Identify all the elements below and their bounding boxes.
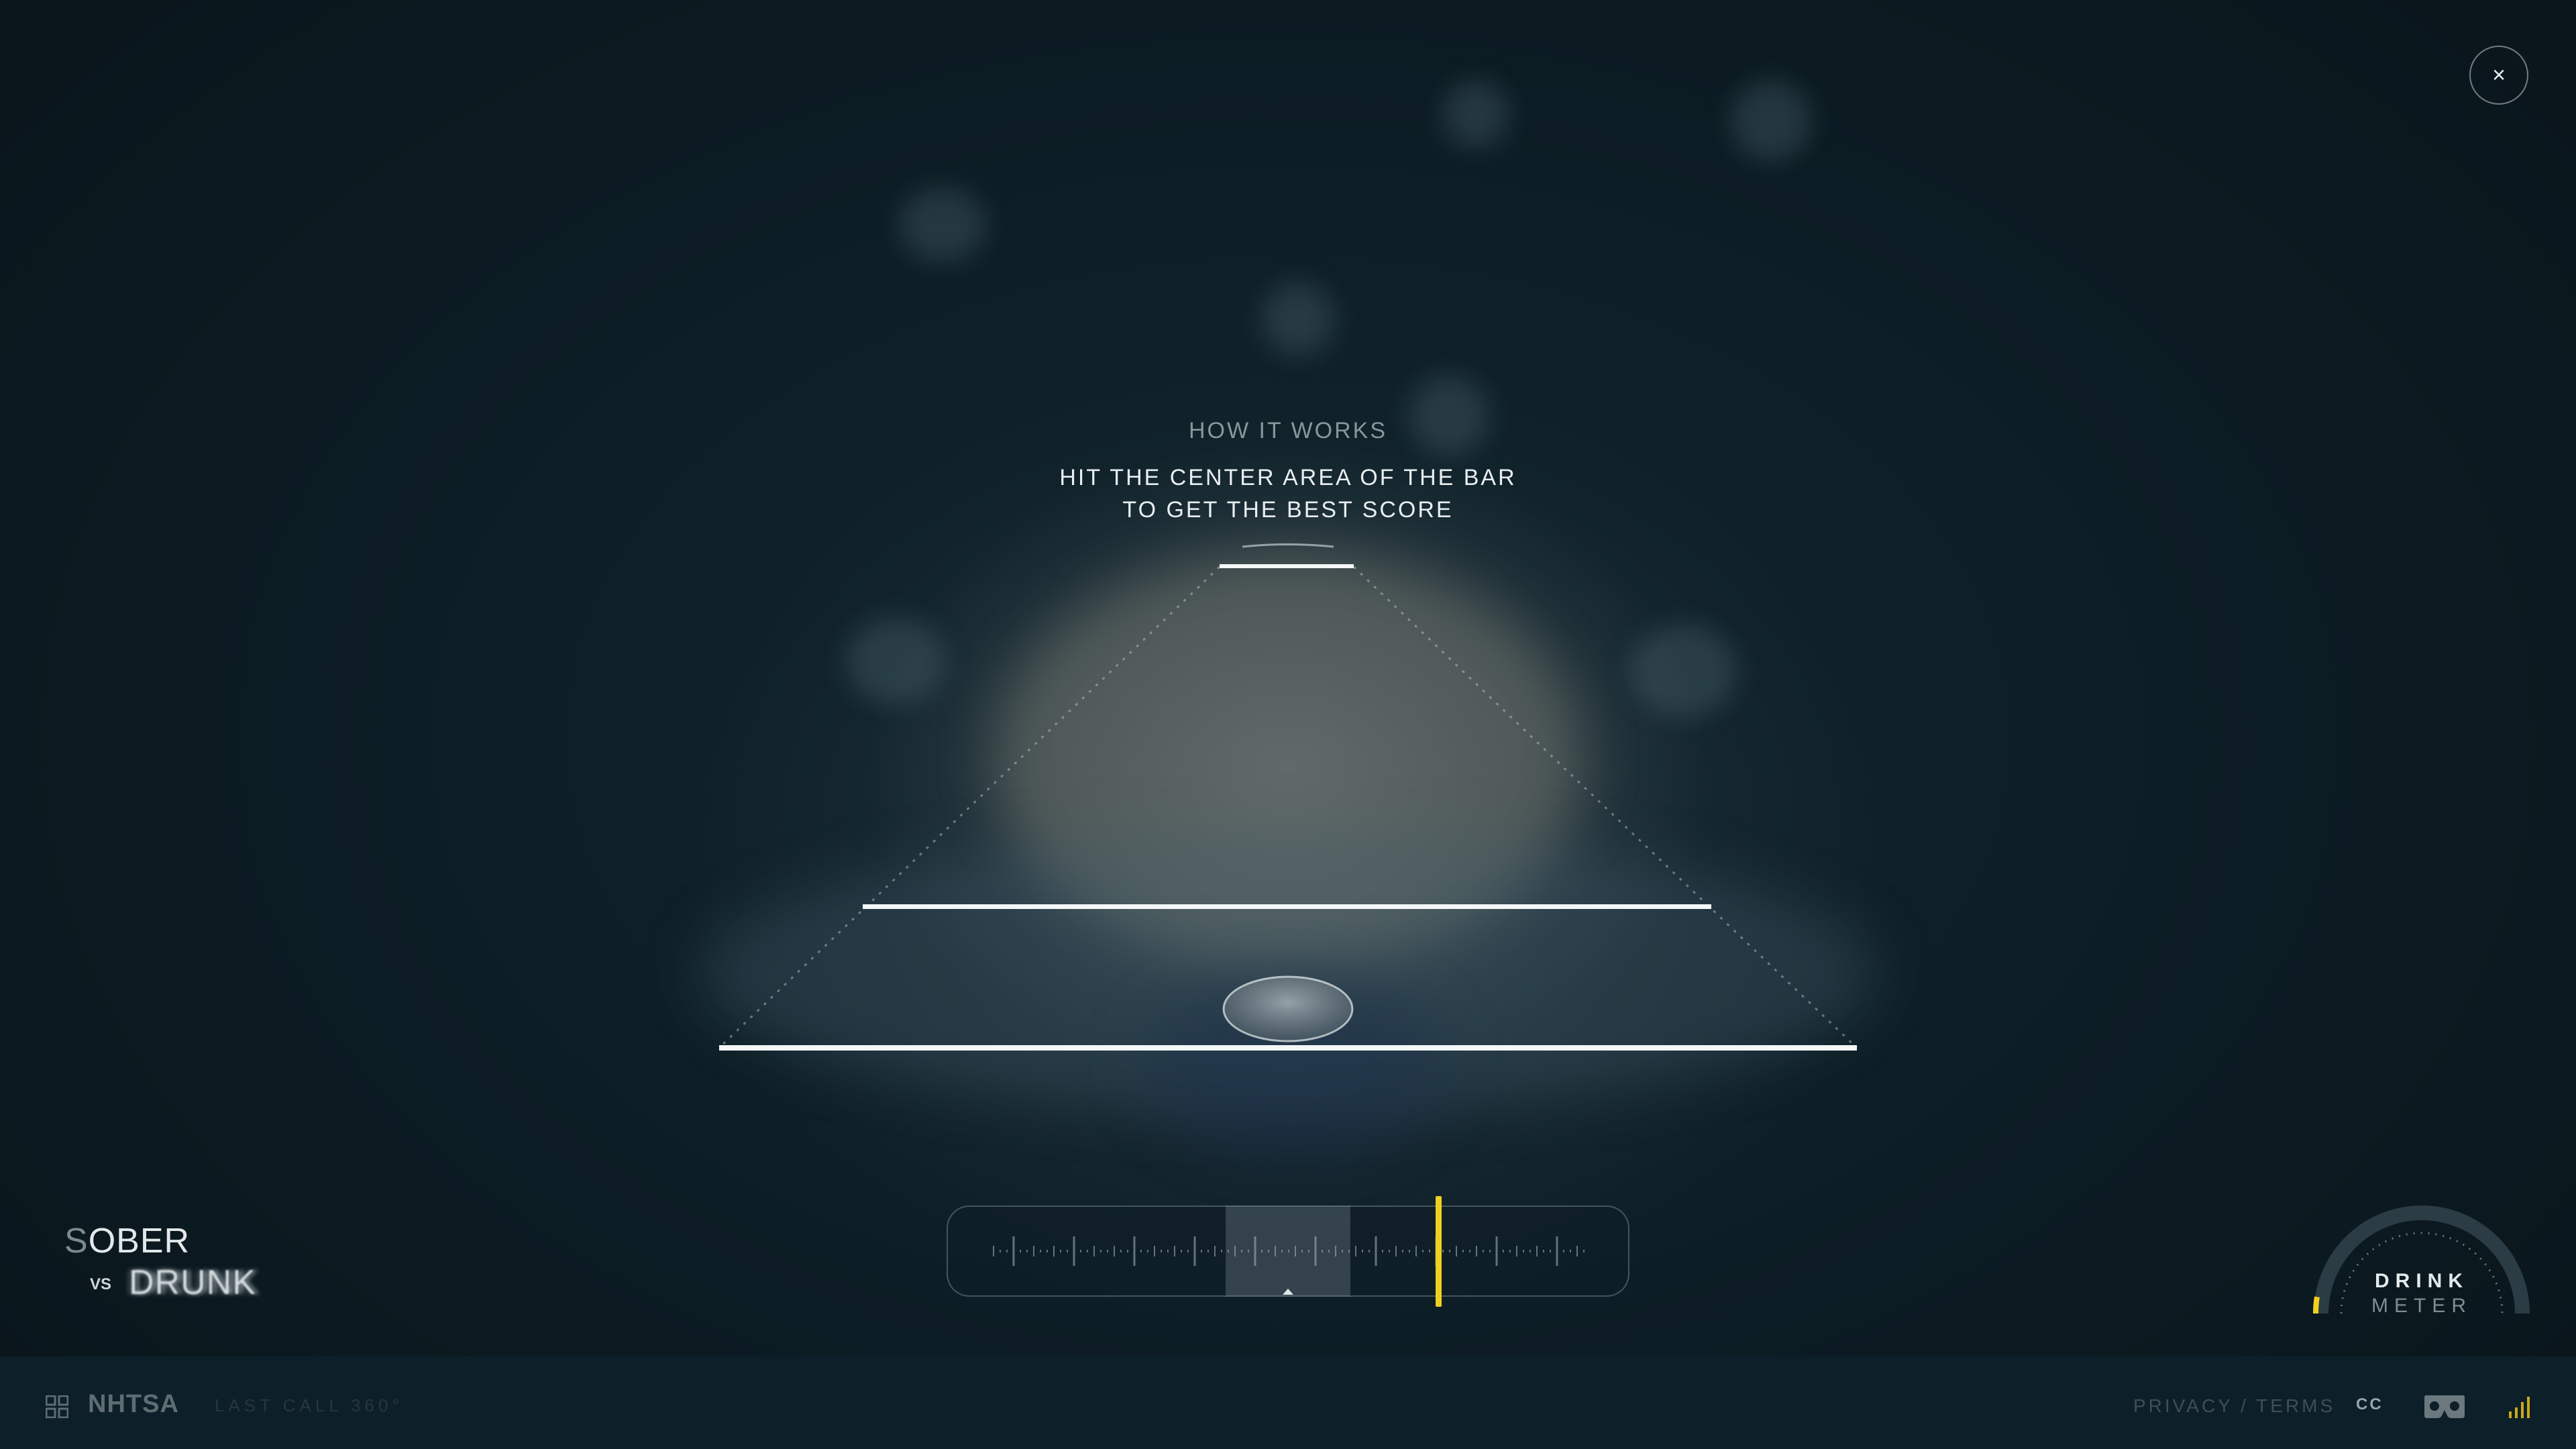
guide-line-right	[1352, 566, 1858, 1049]
top-bar-arc	[1242, 543, 1334, 548]
top-bar	[1220, 564, 1354, 568]
cardboard-vr-icon[interactable]	[2423, 1393, 2466, 1419]
logo-vs: VS	[90, 1275, 112, 1293]
logo-sober-rest: OBER	[88, 1222, 191, 1260]
closed-captions-button[interactable]: CC	[2356, 1395, 2383, 1414]
close-button[interactable]: ×	[2469, 46, 2528, 105]
bottom-bar	[719, 1045, 1857, 1051]
guide-line-left	[718, 566, 1221, 1049]
footer-brand[interactable]: NHTSA	[88, 1390, 179, 1419]
how-it-works-title: HOW IT WORKS	[1188, 418, 1388, 443]
logo-sober-first-letter: S	[64, 1222, 89, 1260]
meter-ticks	[993, 1236, 1585, 1266]
instructions: HIT THE CENTER AREA OF THE BAR TO GET TH…	[0, 462, 2576, 526]
center-caret-icon	[1283, 1289, 1293, 1295]
drink-meter-label: DRINK	[2375, 1270, 2469, 1292]
instruction-line: HIT THE CENTER AREA OF THE BAR	[1059, 465, 1517, 490]
middle-bar	[863, 904, 1711, 909]
privacy-terms-link[interactable]: PRIVACY / TERMS	[2133, 1395, 2335, 1417]
drink-meter-sublabel: METER	[2371, 1295, 2472, 1317]
grid-menu-icon[interactable]	[46, 1395, 68, 1418]
game-stage: HOW IT WORKS HIT THE CENTER AREA OF THE …	[0, 0, 2576, 1449]
footer-subtitle: LAST CALL 360°	[215, 1395, 403, 1415]
sound-bars-icon[interactable]	[2508, 1393, 2534, 1419]
gauge-fill	[2313, 1296, 2320, 1314]
logo-drunk: DRUNK	[129, 1263, 256, 1302]
logo-sober: SOBER	[64, 1221, 190, 1261]
puck	[1222, 975, 1354, 1042]
meter-indicator	[1435, 1196, 1442, 1307]
instruction-line: TO GET THE BEST SCORE	[1122, 497, 1454, 523]
